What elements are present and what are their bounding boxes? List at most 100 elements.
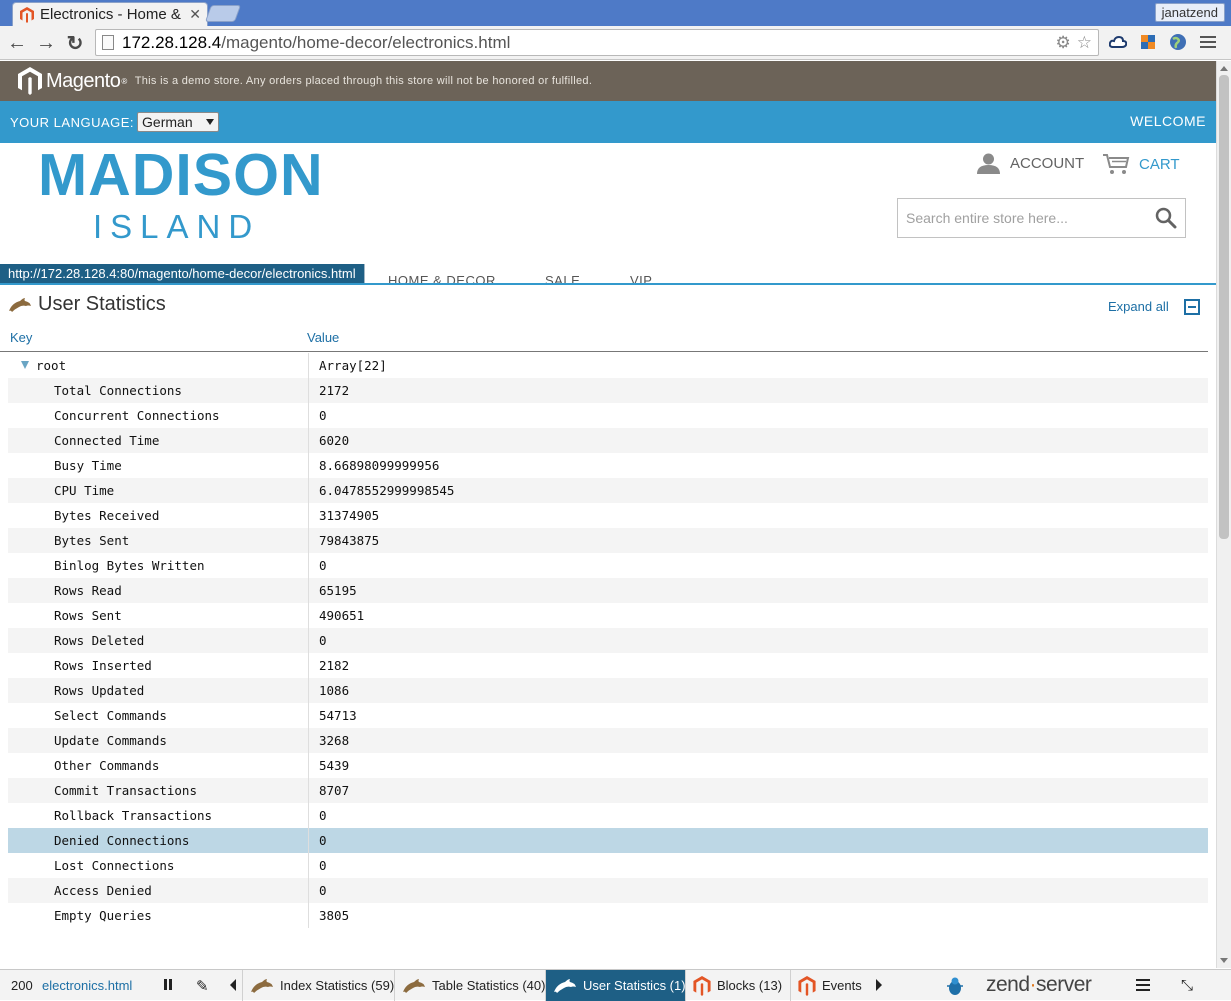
page-scrollbar[interactable] xyxy=(1216,61,1231,968)
row-value: 6020 xyxy=(319,433,350,448)
table-row[interactable]: Rows Sent 490651 xyxy=(8,603,1208,628)
row-key: Rows Updated xyxy=(54,683,145,698)
page-icon xyxy=(102,35,114,50)
search-box xyxy=(897,198,1186,238)
store-header: MADISON ISLAND ACCOUNT CART xyxy=(0,143,1216,283)
request-file-link[interactable]: electronics.html xyxy=(42,978,132,993)
table-row[interactable]: Empty Queries 3805 xyxy=(8,903,1208,928)
value-column-header[interactable]: Value xyxy=(307,330,339,345)
bookmark-star-icon[interactable]: ☆ xyxy=(1077,33,1092,53)
row-value: 8707 xyxy=(319,783,350,798)
row-key: Rows Inserted xyxy=(54,658,152,673)
reload-icon[interactable]: ↻ xyxy=(64,32,86,55)
language-label: YOUR LANGUAGE: xyxy=(10,114,135,130)
row-value: 2172 xyxy=(319,383,350,398)
table-row[interactable]: CPU Time 6.0478552999998545 xyxy=(8,478,1208,503)
row-key: Select Commands xyxy=(54,708,167,723)
back-arrow-icon[interactable]: ← xyxy=(6,32,28,54)
settings-gear-icon[interactable]: ⚙ xyxy=(1056,33,1071,53)
row-value: 8.66898099999956 xyxy=(319,458,440,473)
expand-triangle-icon[interactable] xyxy=(21,361,29,369)
new-tab-button[interactable] xyxy=(204,5,242,22)
table-row[interactable]: Concurrent Connections 0 xyxy=(8,403,1208,428)
ztab-table-statistics[interactable]: Table Statistics (40) xyxy=(394,970,545,1001)
magento-logo-icon xyxy=(18,67,42,95)
cart-link[interactable]: CART xyxy=(1102,153,1180,175)
ztab-events[interactable]: Events xyxy=(790,970,869,1001)
eraser-icon[interactable]: ✎ xyxy=(196,977,209,995)
row-key: Bytes Sent xyxy=(54,533,130,548)
row-value: 79843875 xyxy=(319,533,380,548)
address-bar[interactable]: 172.28.128.4/magento/home-decor/electron… xyxy=(95,29,1099,56)
row-value: 65195 xyxy=(319,583,357,598)
globe-extension-icon[interactable] xyxy=(1168,32,1188,52)
menu-wrench-icon[interactable] xyxy=(1198,32,1218,52)
table-row[interactable]: Rows Read 65195 xyxy=(8,578,1208,603)
search-icon[interactable] xyxy=(1155,207,1177,229)
pause-icon[interactable] xyxy=(164,979,172,990)
profile-badge[interactable]: janatzend xyxy=(1154,3,1225,22)
key-column-header[interactable]: Key xyxy=(10,330,32,345)
table-row[interactable]: Rows Inserted 2182 xyxy=(8,653,1208,678)
row-key: Rows Sent xyxy=(54,608,122,623)
hamburger-menu-icon[interactable] xyxy=(1136,979,1150,994)
row-key: Total Connections xyxy=(54,383,182,398)
table-row[interactable]: Lost Connections 0 xyxy=(8,853,1208,878)
tab-close-icon[interactable]: ✕ xyxy=(189,6,201,23)
table-row[interactable]: Other Commands 5439 xyxy=(8,753,1208,778)
store-logo-madison[interactable]: MADISON xyxy=(38,143,324,207)
magento-logo[interactable]: Magento ® xyxy=(18,67,127,95)
bug-icon[interactable] xyxy=(945,976,965,996)
ztab-label: Blocks (13) xyxy=(717,978,783,993)
ztab-blocks[interactable]: Blocks (13) xyxy=(685,970,790,1001)
table-row[interactable]: Select Commands 54713 xyxy=(8,703,1208,728)
table-row[interactable]: Connected Time 6020 xyxy=(8,428,1208,453)
table-row[interactable]: Update Commands 3268 xyxy=(8,728,1208,753)
zend-logo-text: zend xyxy=(986,973,1030,996)
browser-tab-electronics[interactable]: Electronics - Home & ✕ xyxy=(12,2,208,26)
ztab-index-statistics[interactable]: Index Statistics (59) xyxy=(242,970,394,1001)
table-row[interactable]: Bytes Received 31374905 xyxy=(8,503,1208,528)
language-bar: YOUR LANGUAGE: German WELCOME xyxy=(0,101,1216,143)
store-logo-island[interactable]: ISLAND xyxy=(93,209,260,245)
table-row[interactable]: Bytes Sent 79843875 xyxy=(8,528,1208,553)
row-value: 3805 xyxy=(319,908,350,923)
ztab-label: Index Statistics (59) xyxy=(280,978,394,993)
tree-root-row[interactable]: root Array[22] xyxy=(8,353,1208,378)
table-row[interactable]: Denied Connections 0 xyxy=(8,828,1208,853)
cart-icon xyxy=(1103,154,1130,174)
table-row[interactable]: Commit Transactions 8707 xyxy=(8,778,1208,803)
zend-server-logo: zend·server xyxy=(986,973,1092,996)
search-input[interactable] xyxy=(906,210,1146,226)
table-row[interactable]: Rows Deleted 0 xyxy=(8,628,1208,653)
ztab-label: Events xyxy=(822,978,862,993)
table-row[interactable]: Rows Updated 1086 xyxy=(8,678,1208,703)
forward-arrow-icon[interactable]: → xyxy=(35,32,57,54)
scroll-left-arrow-icon[interactable] xyxy=(230,979,236,991)
scroll-right-arrow-icon[interactable] xyxy=(876,979,882,991)
row-key: CPU Time xyxy=(54,483,115,498)
row-key: Binlog Bytes Written xyxy=(54,558,205,573)
collapse-all-icon[interactable] xyxy=(1184,299,1200,315)
browser-tabstrip: Electronics - Home & ✕ janatzend xyxy=(0,0,1231,26)
row-value: 0 xyxy=(319,833,327,848)
language-select[interactable]: German xyxy=(137,112,220,132)
cloud-extension-icon[interactable] xyxy=(1108,32,1128,52)
account-link[interactable]: ACCOUNT xyxy=(977,153,1084,174)
zend-extension-icon[interactable] xyxy=(1138,32,1158,52)
table-row[interactable]: Busy Time 8.66898099999956 xyxy=(8,453,1208,478)
table-row[interactable]: Binlog Bytes Written 0 xyxy=(8,553,1208,578)
table-row[interactable]: Rollback Transactions 0 xyxy=(8,803,1208,828)
table-row[interactable]: Total Connections 2172 xyxy=(8,378,1208,403)
scrollbar-thumb[interactable] xyxy=(1219,75,1229,539)
scroll-up-arrow-icon[interactable] xyxy=(1220,66,1228,71)
minimize-toolbar-icon[interactable]: ⤡ xyxy=(1181,977,1193,994)
table-row[interactable]: Access Denied 0 xyxy=(8,878,1208,903)
scroll-down-arrow-icon[interactable] xyxy=(1220,958,1228,963)
row-value: 31374905 xyxy=(319,508,380,523)
page-viewport: Magento ® This is a demo store. Any order… xyxy=(0,61,1216,968)
ztab-user-statistics[interactable]: User Statistics (1) xyxy=(545,970,685,1001)
magento-favicon-icon xyxy=(20,6,34,23)
expand-all-link[interactable]: Expand all xyxy=(1108,299,1169,314)
row-key: Connected Time xyxy=(54,433,160,448)
